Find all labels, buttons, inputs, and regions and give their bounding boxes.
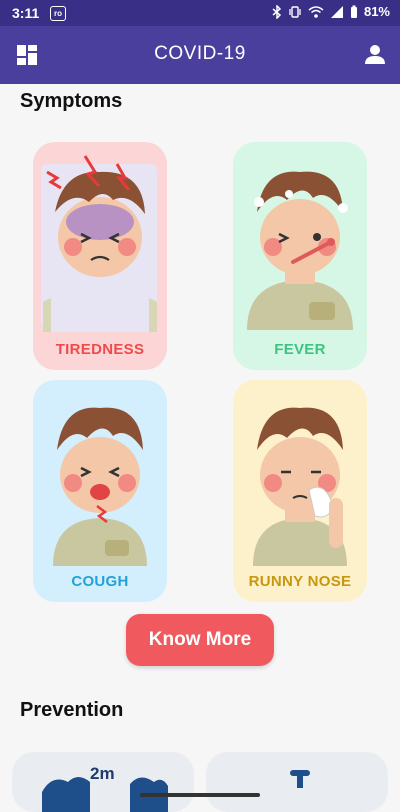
symptoms-heading: Symptoms bbox=[20, 90, 123, 112]
symptom-label-tiredness: TIREDNESS bbox=[55, 341, 145, 358]
status-icons: 81% bbox=[272, 4, 390, 19]
prevention-heading: Prevention bbox=[20, 699, 124, 721]
symptom-label-fever: FEVER bbox=[274, 341, 326, 358]
signal-icon bbox=[330, 5, 343, 18]
gesture-bar bbox=[140, 793, 260, 797]
bluetooth-icon bbox=[272, 4, 282, 19]
distance-label: 2m bbox=[90, 764, 115, 783]
prevention-card-handwash[interactable] bbox=[206, 752, 388, 812]
prevention-card-distance[interactable]: 2m bbox=[12, 752, 194, 812]
page-title: COVID-19 bbox=[154, 43, 246, 64]
symptom-card-tiredness[interactable]: TIREDNESS bbox=[33, 142, 167, 370]
battery-percent: 81% bbox=[363, 4, 390, 19]
vibrate-icon bbox=[289, 5, 301, 18]
symptom-card-cough[interactable]: COUGH bbox=[33, 380, 167, 602]
know-more-button[interactable]: Know More bbox=[126, 614, 274, 666]
symptom-card-runny-nose[interactable]: RUNNY NOSE bbox=[233, 380, 367, 602]
hand-sanitizer-icon bbox=[290, 770, 310, 788]
symptom-label-runny-nose: RUNNY NOSE bbox=[248, 573, 352, 590]
fever-illustration bbox=[247, 171, 353, 330]
battery-icon bbox=[350, 5, 357, 18]
symptom-label-cough: COUGH bbox=[71, 573, 129, 590]
notification-icon: ro bbox=[50, 6, 66, 21]
symptom-card-fever[interactable]: FEVER bbox=[233, 142, 367, 370]
status-bar: 3:11 ro 81% bbox=[0, 0, 400, 26]
status-time: 3:11 bbox=[12, 5, 40, 21]
app-bar: COVID-19 bbox=[0, 26, 400, 84]
wifi-icon bbox=[308, 5, 324, 18]
tiredness-illustration bbox=[41, 155, 157, 332]
runny-nose-illustration bbox=[253, 407, 347, 566]
account-icon[interactable] bbox=[364, 43, 386, 65]
cough-illustration bbox=[53, 407, 147, 566]
